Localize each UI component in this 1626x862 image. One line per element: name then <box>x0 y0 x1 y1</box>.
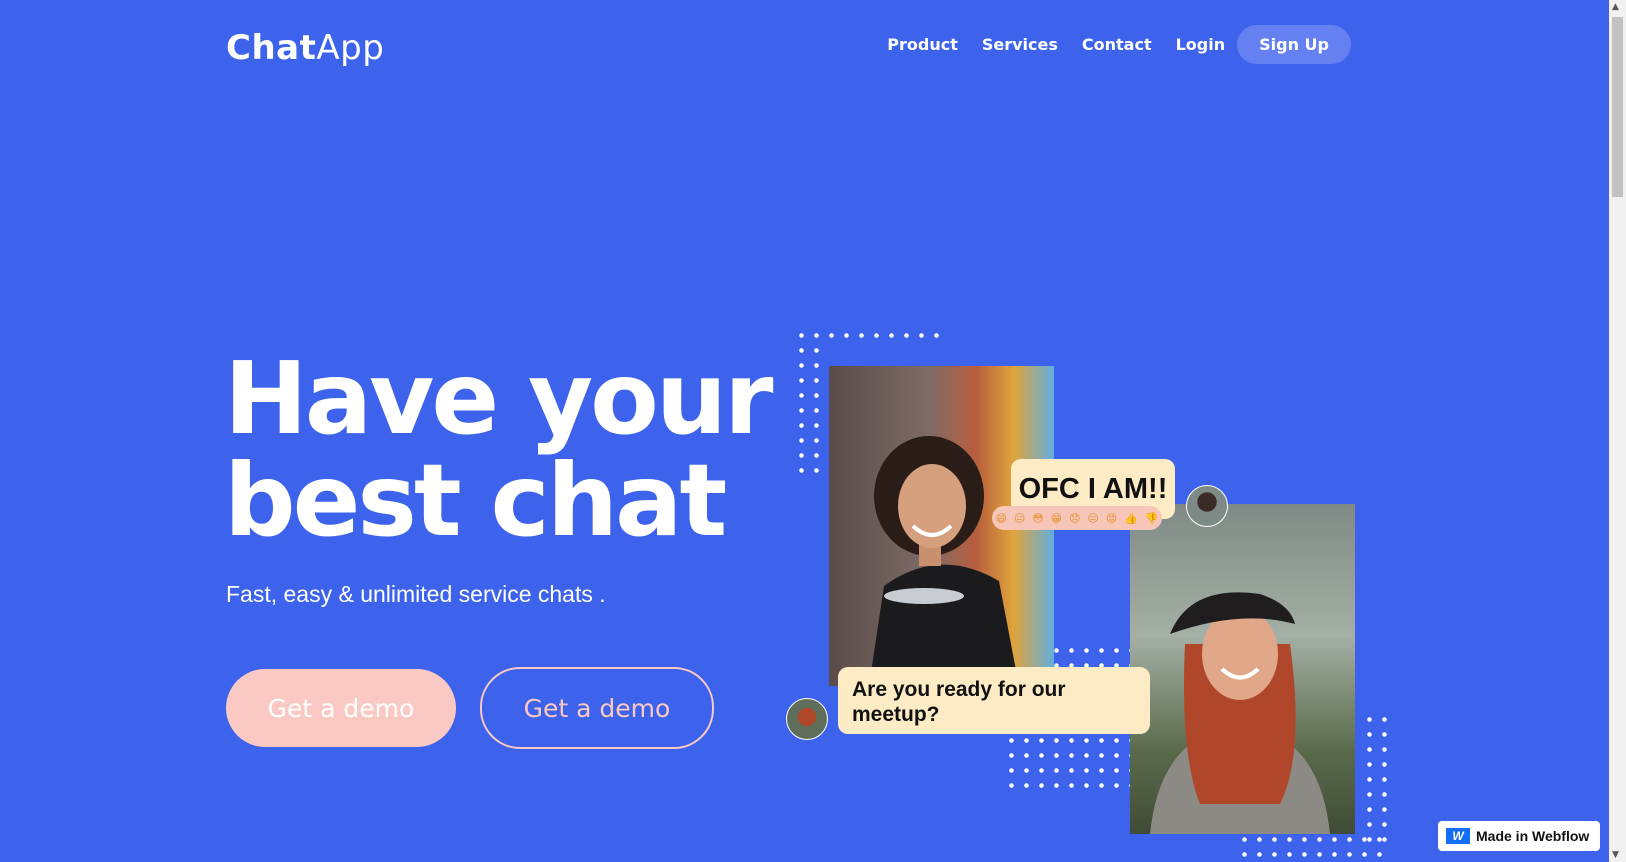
webflow-logo-icon: W <box>1446 828 1470 844</box>
nav-services[interactable]: Services <box>982 35 1058 54</box>
main-nav: Product Services Contact Login Sign Up <box>863 25 1351 64</box>
hero-subtitle: Fast, easy & unlimited service chats . <box>226 581 606 607</box>
nav-login[interactable]: Login <box>1176 35 1226 54</box>
avatar-question <box>786 698 828 740</box>
emoji-sad-icon[interactable]: 😞 <box>1069 512 1080 525</box>
emoji-angry-icon[interactable]: 😡 <box>1106 512 1117 525</box>
chat-bubble-question: Are you ready for our meetup? <box>838 667 1150 734</box>
hero-title-line1: Have your <box>224 340 773 457</box>
emoji-thumbs-up-icon[interactable]: 👍 <box>1124 512 1138 525</box>
logo-light: App <box>316 28 385 68</box>
avatar-reply <box>1186 485 1228 527</box>
photo-woman-hat <box>1130 504 1355 834</box>
nav-contact[interactable]: Contact <box>1082 35 1152 54</box>
emoji-laugh-icon[interactable]: 😄 <box>995 512 1006 525</box>
scroll-up-arrow-icon[interactable]: ▲ <box>1612 2 1619 12</box>
emoji-neutral-icon[interactable]: 😐 <box>1014 512 1025 525</box>
hero-title-line2: best chat <box>224 442 727 559</box>
dot-pattern-left <box>794 343 824 483</box>
dot-pattern-top <box>794 328 944 343</box>
emoji-flushed-icon[interactable]: 😳 <box>1032 512 1043 525</box>
emoji-reaction-bar[interactable]: 😄 😐 😳 😁 😞 😑 😡 👍 👎 <box>992 506 1162 530</box>
badge-label: Made in Webflow <box>1476 828 1590 844</box>
emoji-expressionless-icon[interactable]: 😑 <box>1087 512 1098 525</box>
get-demo-button-primary[interactable]: Get a demo <box>226 669 456 747</box>
get-demo-button-secondary[interactable]: Get a demo <box>480 667 714 749</box>
dot-pattern-bottom <box>1237 832 1392 862</box>
logo-bold: Chat <box>226 28 317 68</box>
emoji-grin-icon[interactable]: 😁 <box>1051 512 1062 525</box>
scrollbar-thumb[interactable] <box>1612 17 1623 197</box>
signup-button[interactable]: Sign Up <box>1237 25 1351 64</box>
made-in-webflow-badge[interactable]: W Made in Webflow <box>1438 821 1600 851</box>
emoji-thumbs-down-icon[interactable]: 👎 <box>1145 512 1159 525</box>
logo[interactable]: ChatApp <box>226 28 384 68</box>
dot-pattern-right <box>1362 712 1392 847</box>
nav-product[interactable]: Product <box>887 35 958 54</box>
scroll-down-arrow-icon[interactable]: ▼ <box>1612 850 1619 860</box>
hero-title: Have your best chat <box>224 348 773 552</box>
scrollbar[interactable]: ▲ ▼ <box>1609 0 1626 862</box>
